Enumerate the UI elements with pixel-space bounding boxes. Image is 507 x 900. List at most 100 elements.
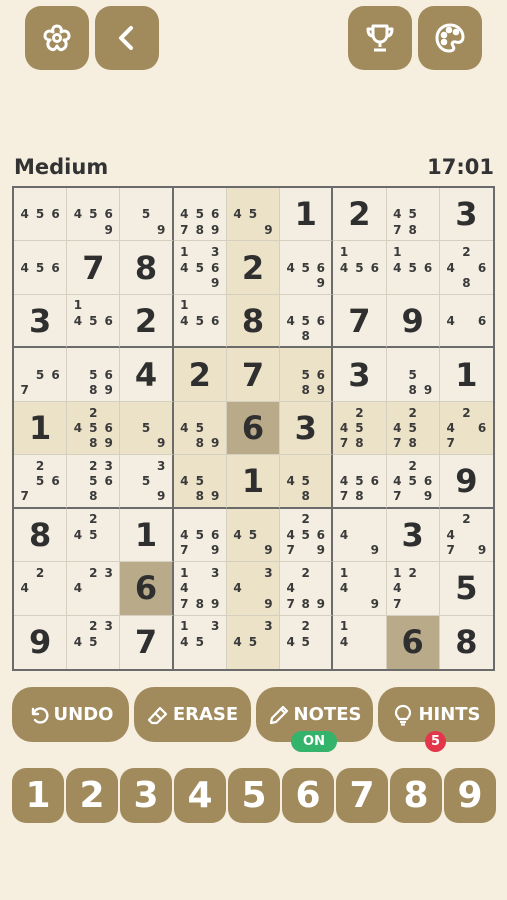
cell-r9c4[interactable]: 1 3 45 [173, 615, 227, 669]
cell-r6c5[interactable]: 1 [226, 455, 281, 509]
cell-r6c2[interactable]: 23568 [67, 455, 121, 509]
cell-r1c1[interactable]: 456 [14, 188, 68, 242]
cell-r8c1[interactable]: 24 [14, 562, 68, 616]
cell-r9c8[interactable]: 6 [386, 615, 440, 669]
cell-r2c7[interactable]: 1456 [333, 241, 387, 295]
cell-r6c8[interactable]: 2456 7 9 [386, 455, 440, 509]
cell-r3c2[interactable]: 1456 [67, 294, 121, 349]
back-button[interactable] [95, 6, 159, 70]
cell-r3c1[interactable]: 3 [14, 294, 68, 349]
cell-r2c2[interactable]: 7 [67, 241, 121, 295]
cell-r9c1[interactable]: 9 [14, 615, 68, 669]
note-digit [123, 473, 138, 488]
cell-r6c7[interactable]: 456 78 [333, 455, 387, 509]
cell-r5c1[interactable]: 1 [14, 401, 68, 456]
cell-r1c7[interactable]: 2 [333, 188, 387, 242]
number-key-9[interactable]: 9 [444, 768, 496, 823]
cell-r7c5[interactable]: 459 [226, 508, 281, 563]
cell-r3c3[interactable]: 2 [120, 294, 174, 349]
cell-r7c6[interactable]: 2456 7 9 [280, 508, 334, 563]
cell-r1c8[interactable]: 4578 [386, 188, 440, 242]
cell-r3c5[interactable]: 8 [226, 294, 281, 349]
cell-r2c3[interactable]: 8 [120, 241, 174, 295]
cell-r5c5[interactable]: 6 [226, 401, 281, 456]
cell-r8c9[interactable]: 5 [439, 562, 493, 616]
cell-r4c3[interactable]: 4 [120, 348, 174, 402]
cell-r4c9[interactable]: 1 [439, 348, 493, 402]
cell-r5c8[interactable]: 24578 [386, 401, 440, 456]
cell-r4c6[interactable]: 5689 [280, 348, 334, 402]
cell-r2c4[interactable]: 1 3 4569 [173, 241, 227, 295]
cell-r3c4[interactable]: 1456 [173, 294, 227, 349]
cell-r8c3[interactable]: 6 [120, 562, 174, 616]
note-digit [405, 191, 420, 206]
cell-r6c4[interactable]: 4589 [173, 455, 227, 509]
cell-r7c3[interactable]: 1 [120, 508, 174, 563]
number-key-5[interactable]: 5 [228, 768, 280, 823]
cell-r1c3[interactable]: 59 [120, 188, 174, 242]
cell-r9c3[interactable]: 7 [120, 615, 174, 669]
cell-r1c2[interactable]: 4569 [67, 188, 121, 242]
cell-r6c6[interactable]: 458 [280, 455, 334, 509]
cell-r3c6[interactable]: 4568 [280, 294, 334, 349]
settings-button[interactable] [25, 6, 89, 70]
cell-r4c4[interactable]: 2 [173, 348, 227, 402]
cell-r7c1[interactable]: 8 [14, 508, 68, 563]
cell-r4c1[interactable]: 56 7 [14, 348, 68, 402]
cell-r5c2[interactable]: 245689 [67, 401, 121, 456]
cell-r1c4[interactable]: 456 789 [173, 188, 227, 242]
cell-r7c8[interactable]: 3 [386, 508, 440, 563]
cell-r9c5[interactable]: 3 45 [226, 615, 281, 669]
achievements-button[interactable] [348, 6, 412, 70]
cell-r2c1[interactable]: 456 [14, 241, 68, 295]
erase-button[interactable]: ERASE [134, 687, 251, 742]
cell-r7c7[interactable]: 49 [333, 508, 387, 563]
cell-r5c9[interactable]: 24 6 7 [439, 401, 493, 456]
cell-r9c2[interactable]: 23 45 [67, 615, 121, 669]
number-key-3[interactable]: 3 [120, 768, 172, 823]
cell-r9c7[interactable]: 14 [333, 615, 387, 669]
cell-r5c4[interactable]: 4589 [173, 401, 227, 456]
number-key-4[interactable]: 4 [174, 768, 226, 823]
cell-r2c8[interactable]: 1456 [386, 241, 440, 295]
number-key-8[interactable]: 8 [390, 768, 442, 823]
number-key-1[interactable]: 1 [12, 768, 64, 823]
cell-r2c9[interactable]: 24 68 [439, 241, 493, 295]
cell-r2c6[interactable]: 4569 [280, 241, 334, 295]
cell-r5c3[interactable]: 59 [120, 401, 174, 456]
cell-r5c7[interactable]: 24578 [333, 401, 387, 456]
cell-r5c6[interactable]: 3 [280, 401, 334, 456]
cell-r9c6[interactable]: 245 [280, 615, 334, 669]
undo-button[interactable]: UNDO [12, 687, 129, 742]
cell-r7c2[interactable]: 245 [67, 508, 121, 563]
cell-r6c3[interactable]: 359 [120, 455, 174, 509]
cell-r8c2[interactable]: 23 4 [67, 562, 121, 616]
number-key-6[interactable]: 6 [282, 768, 334, 823]
cell-r3c8[interactable]: 9 [386, 294, 440, 349]
theme-button[interactable] [418, 6, 482, 70]
cell-r1c6[interactable]: 1 [280, 188, 334, 242]
cell-r1c9[interactable]: 3 [439, 188, 493, 242]
cell-r3c7[interactable]: 7 [333, 294, 387, 349]
cell-r2c5[interactable]: 2 [226, 241, 281, 295]
cell-r8c4[interactable]: 1 3 4789 [173, 562, 227, 616]
cell-r1c5[interactable]: 459 [226, 188, 281, 242]
cell-r3c9[interactable]: 46 [439, 294, 493, 349]
cell-r8c7[interactable]: 14 9 [333, 562, 387, 616]
cell-r4c5[interactable]: 7 [226, 348, 281, 402]
cell-r6c1[interactable]: 256 7 [14, 455, 68, 509]
sudoku-board[interactable]: 4564569594567894591245783456781345692456… [12, 186, 495, 671]
note-digit: 9 [264, 596, 273, 611]
cell-r8c8[interactable]: 1247 [386, 562, 440, 616]
cell-r4c2[interactable]: 5689 [67, 348, 121, 402]
cell-r6c9[interactable]: 9 [439, 455, 493, 509]
cell-r4c8[interactable]: 589 [386, 348, 440, 402]
cell-r8c5[interactable]: 3 4 9 [226, 562, 281, 616]
number-key-7[interactable]: 7 [336, 768, 388, 823]
cell-r9c9[interactable]: 8 [439, 615, 493, 669]
cell-r7c9[interactable]: 247 9 [439, 508, 493, 563]
number-key-2[interactable]: 2 [66, 768, 118, 823]
cell-r7c4[interactable]: 456 7 9 [173, 508, 227, 563]
cell-r4c7[interactable]: 3 [333, 348, 387, 402]
cell-r8c6[interactable]: 24789 [280, 562, 334, 616]
